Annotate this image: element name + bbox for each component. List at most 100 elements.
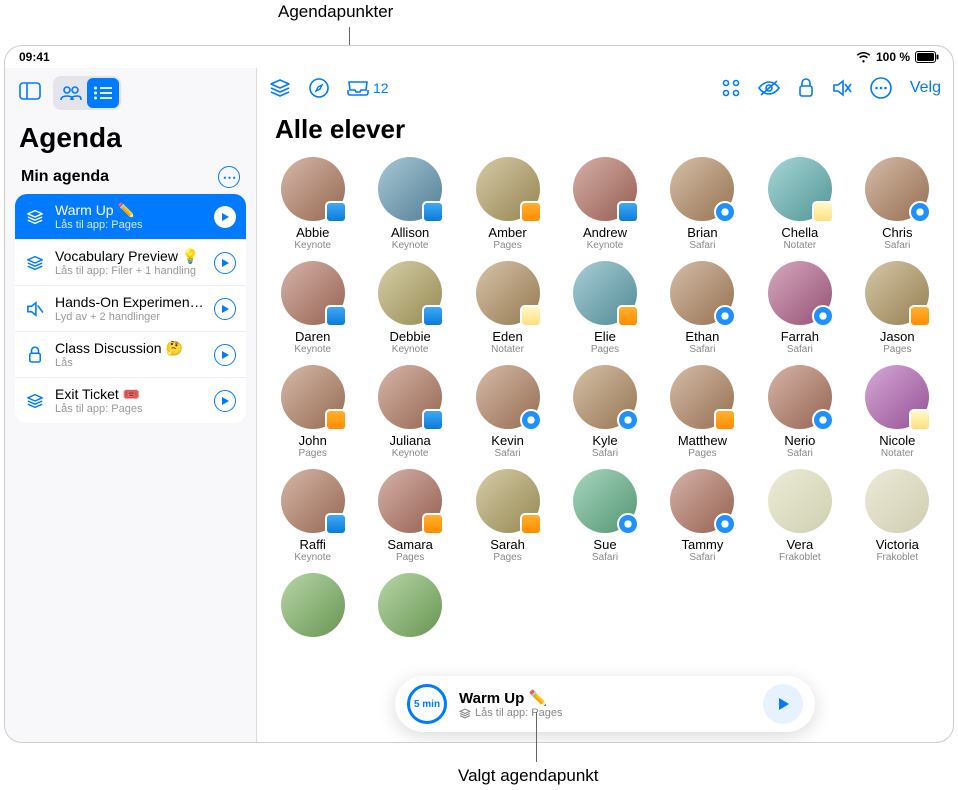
people-view-button[interactable] bbox=[55, 78, 87, 108]
callout-agenda-items: Agendapunkter bbox=[278, 2, 393, 22]
student-app: Keynote bbox=[294, 240, 331, 251]
student-cell[interactable] bbox=[267, 573, 358, 641]
student-cell[interactable]: Sarah Pages bbox=[462, 469, 553, 563]
agenda-item-play-button[interactable] bbox=[214, 252, 236, 274]
inbox-button[interactable]: 12 bbox=[347, 80, 389, 96]
student-cell[interactable]: Eden Notater bbox=[462, 261, 553, 355]
app-badge-keynote bbox=[422, 409, 444, 431]
list-view-button[interactable] bbox=[87, 78, 119, 108]
student-cell[interactable]: Kevin Safari bbox=[462, 365, 553, 459]
layers-button[interactable] bbox=[269, 78, 291, 98]
student-app: Safari bbox=[787, 344, 813, 355]
avatar bbox=[865, 469, 929, 533]
agenda-item[interactable]: Hands-On Experiment 🧪 Lyd av + 2 handlin… bbox=[15, 286, 246, 332]
student-cell[interactable]: Elie Pages bbox=[559, 261, 650, 355]
app-badge-notes bbox=[520, 305, 542, 327]
avatar bbox=[378, 261, 442, 325]
student-cell[interactable]: Allison Keynote bbox=[364, 157, 455, 251]
avatar bbox=[476, 469, 540, 533]
avatar bbox=[476, 261, 540, 325]
student-cell[interactable]: Samara Pages bbox=[364, 469, 455, 563]
agenda-item-play-button[interactable] bbox=[214, 390, 236, 412]
student-cell[interactable]: Vera Frakoblet bbox=[754, 469, 845, 563]
agenda-item[interactable]: Warm Up ✏️ Lås til app: Pages bbox=[15, 194, 246, 240]
layers-icon bbox=[25, 207, 45, 227]
student-cell[interactable]: Amber Pages bbox=[462, 157, 553, 251]
student-cell[interactable]: Nicole Notater bbox=[852, 365, 943, 459]
student-app: Keynote bbox=[392, 344, 429, 355]
student-app: Safari bbox=[689, 344, 715, 355]
select-button[interactable]: Velg bbox=[910, 79, 941, 97]
agenda-item[interactable]: Class Discussion 🤔 Lås bbox=[15, 332, 246, 378]
avatar bbox=[281, 261, 345, 325]
main-content: 12 bbox=[257, 68, 953, 742]
agenda-item[interactable]: Exit Ticket 🎟️ Lås til app: Pages bbox=[15, 378, 246, 423]
student-cell[interactable]: Debbie Keynote bbox=[364, 261, 455, 355]
student-app: Keynote bbox=[587, 240, 624, 251]
agenda-item-play-button[interactable] bbox=[214, 206, 236, 228]
student-app: Notater bbox=[491, 344, 524, 355]
avatar bbox=[476, 365, 540, 429]
agenda-more-button[interactable]: ⋯ bbox=[218, 166, 240, 188]
student-cell[interactable]: Juliana Keynote bbox=[364, 365, 455, 459]
student-cell[interactable]: Chella Notater bbox=[754, 157, 845, 251]
student-app: Safari bbox=[689, 240, 715, 251]
student-cell[interactable]: Kyle Safari bbox=[559, 365, 650, 459]
student-name: Elie bbox=[594, 329, 616, 344]
lock-button[interactable] bbox=[798, 78, 814, 98]
app-badge-safari bbox=[812, 409, 834, 431]
student-grid: Abbie Keynote Allison Keynote Amber Page… bbox=[267, 157, 943, 641]
agenda-item-title: Vocabulary Preview 💡 bbox=[55, 248, 204, 265]
student-app: Frakoblet bbox=[876, 552, 918, 563]
student-cell[interactable]: Matthew Pages bbox=[657, 365, 748, 459]
sidebar-toggle-button[interactable] bbox=[13, 76, 47, 106]
avatar bbox=[378, 157, 442, 221]
agenda-list: Warm Up ✏️ Lås til app: Pages Vocabulary… bbox=[15, 194, 246, 423]
avatar bbox=[573, 365, 637, 429]
student-cell[interactable]: John Pages bbox=[267, 365, 358, 459]
avatar bbox=[670, 365, 734, 429]
hide-button[interactable] bbox=[758, 80, 780, 96]
student-name: Debbie bbox=[390, 329, 431, 344]
more-button[interactable] bbox=[870, 77, 892, 99]
app-badge-pages bbox=[714, 409, 736, 431]
avatar bbox=[670, 469, 734, 533]
student-cell[interactable]: Jason Pages bbox=[852, 261, 943, 355]
student-cell[interactable]: Brian Safari bbox=[657, 157, 748, 251]
agenda-item-play-button[interactable] bbox=[214, 344, 236, 366]
student-cell[interactable]: Andrew Keynote bbox=[559, 157, 650, 251]
student-cell[interactable]: Sue Safari bbox=[559, 469, 650, 563]
student-cell[interactable]: Victoria Frakoblet bbox=[852, 469, 943, 563]
student-cell[interactable]: Nerio Safari bbox=[754, 365, 845, 459]
student-app: Keynote bbox=[294, 344, 331, 355]
student-cell[interactable]: Daren Keynote bbox=[267, 261, 358, 355]
inbox-count: 12 bbox=[373, 80, 389, 96]
student-app: Keynote bbox=[294, 552, 331, 563]
student-name: Raffi bbox=[299, 537, 326, 552]
avatar bbox=[670, 261, 734, 325]
agenda-item-title: Exit Ticket 🎟️ bbox=[55, 386, 204, 403]
timer-ring[interactable]: 5 min bbox=[407, 684, 447, 724]
mute-button[interactable] bbox=[832, 79, 852, 97]
student-name: Farrah bbox=[781, 329, 819, 344]
agenda-item-subtitle: Lås bbox=[55, 357, 204, 369]
apps-button[interactable] bbox=[722, 79, 740, 97]
app-badge-safari bbox=[909, 201, 931, 223]
agenda-item[interactable]: Vocabulary Preview 💡 Lås til app: Filer … bbox=[15, 240, 246, 286]
agenda-player: 5 min Warm Up ✏️ Lås til app: Pages bbox=[395, 676, 815, 732]
student-cell[interactable]: Abbie Keynote bbox=[267, 157, 358, 251]
student-cell[interactable] bbox=[364, 573, 455, 641]
navigate-button[interactable] bbox=[309, 78, 329, 98]
agenda-item-title: Class Discussion 🤔 bbox=[55, 340, 204, 357]
player-play-button[interactable] bbox=[763, 684, 803, 724]
app-badge-safari bbox=[714, 305, 736, 327]
student-app: Pages bbox=[493, 552, 521, 563]
student-cell[interactable]: Chris Safari bbox=[852, 157, 943, 251]
student-cell[interactable]: Raffi Keynote bbox=[267, 469, 358, 563]
student-cell[interactable]: Ethan Safari bbox=[657, 261, 748, 355]
avatar bbox=[281, 157, 345, 221]
student-name: Eden bbox=[492, 329, 522, 344]
student-cell[interactable]: Farrah Safari bbox=[754, 261, 845, 355]
agenda-item-play-button[interactable] bbox=[214, 298, 236, 320]
student-cell[interactable]: Tammy Safari bbox=[657, 469, 748, 563]
